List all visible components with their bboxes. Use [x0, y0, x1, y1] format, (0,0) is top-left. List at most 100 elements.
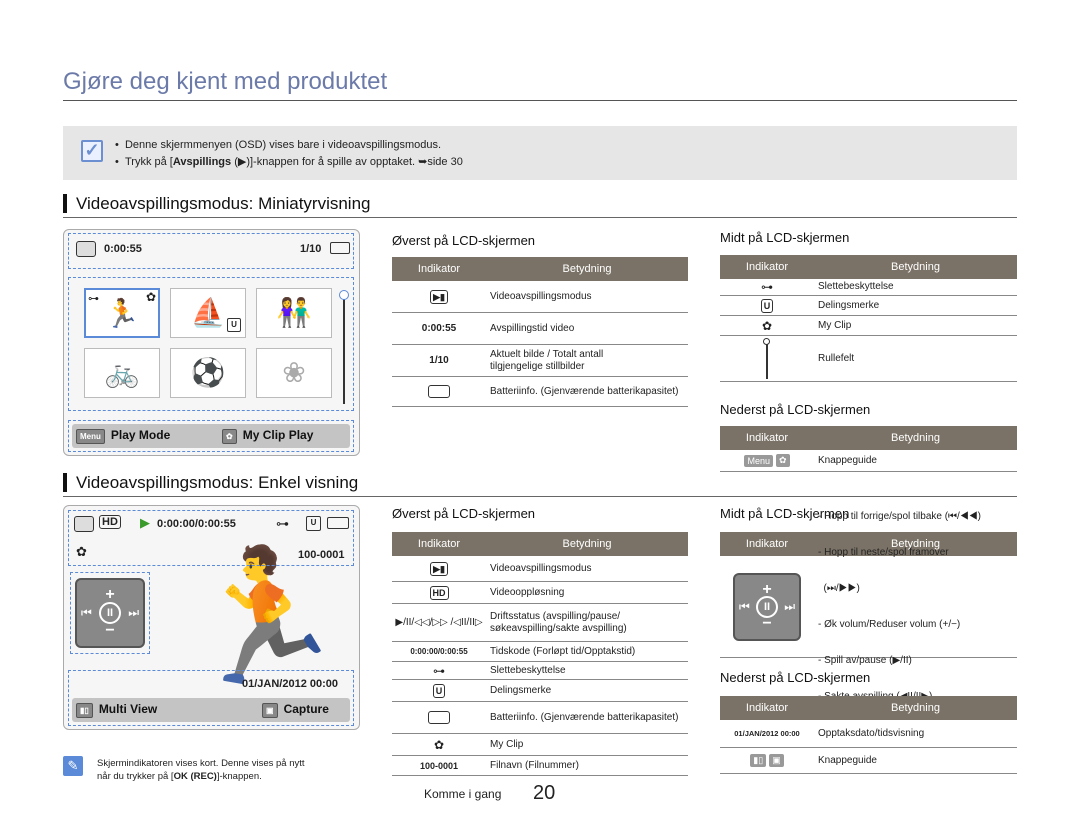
single-view-screen: 🏃 HD ▶ 0:00:00/0:00:55 ⊶ U ✿ 100-0001 + … [63, 505, 360, 730]
share-icon: U [227, 318, 241, 332]
note-line-1: • Denne skjermmenyen (OSD) vises bare i … [115, 139, 442, 151]
row-desc: Tidskode (Forløpt tid/Opptakstid) [490, 645, 636, 657]
thumbnail-screen: 0:00:55 1/10 🏃 ⊶ ✿ ⛵ U 👫 🚲 ⚽ ❀ Menu Play … [63, 229, 360, 456]
table-header: Indikator Betydning [720, 696, 1017, 720]
thumbnail-4[interactable]: 🚲 [84, 348, 160, 398]
note-text-2a: Trykk på [ [124, 156, 173, 168]
playback-control-pad: + ⏮ II ⏭ − [733, 572, 801, 641]
screen-bottom-bar: ▮▯ Multi View ▣ Capture [72, 698, 350, 722]
zoom-button-icon: ▮▯ [750, 754, 767, 767]
col-indicator: Indikator [745, 261, 789, 273]
s1-mid-title: Midt på LCD-skjermen [720, 230, 850, 245]
menu-button-icon: Menu [76, 429, 105, 444]
battery-icon [327, 517, 349, 529]
col-meaning: Betydning [562, 263, 612, 275]
screen-timecode: 0:00:00/0:00:55 [157, 518, 236, 530]
video-mode-icon: ▶▮ [430, 289, 448, 304]
volume-down-icon[interactable]: − [105, 622, 114, 640]
thumbnail-3[interactable]: 👫 [256, 288, 332, 338]
table-row: U Delingsmerke [392, 680, 688, 702]
play-mode-label: Play Mode [110, 428, 171, 442]
control-line: (⏭/▶▶) [818, 582, 860, 594]
skip-forward-icon[interactable]: ⏭ [128, 606, 139, 621]
my-clip-button-icon: ✿ [222, 429, 237, 444]
scrollbar-track[interactable] [343, 294, 345, 404]
row-desc: Filnavn (Filnummer) [490, 759, 579, 771]
col-indicator: Indikator [745, 702, 789, 714]
tip-line-2b: OK (REC) [173, 771, 217, 782]
capture-button[interactable]: ▣ Capture [262, 702, 329, 718]
menu-button-icon: Menu [744, 454, 773, 467]
my-clip-icon: ✿ [433, 737, 445, 752]
tip-line-2a: når du trykker på [ [97, 771, 174, 782]
title-divider [63, 100, 1017, 101]
my-clip-play-button[interactable]: ✿ My Clip Play [222, 428, 313, 444]
play-mode-button[interactable]: Menu Play Mode [76, 428, 170, 444]
row-desc: Delingsmerke [818, 299, 880, 311]
screen-bottom-bar: Menu Play Mode ✿ My Clip Play [72, 424, 350, 448]
tip-line-1: Skjermindikatoren vises kort. Denne vise… [97, 758, 305, 769]
row-desc: Opptaksdato/tidsvisning [818, 727, 925, 739]
col-indicator: Indikator [417, 263, 461, 275]
my-clip-play-label: My Clip Play [242, 428, 314, 442]
table-row: 1/10 Aktuelt bilde / Totalt antall tilgje… [392, 345, 688, 377]
row-desc: My Clip [818, 319, 852, 331]
table-row: ✿ My Clip [720, 316, 1017, 336]
s2-top-table: Indikator Betydning ▶▮ Videoavspillingsmod… [392, 532, 688, 776]
s1-top-title: Øverst på LCD-skjermen [392, 233, 536, 248]
table-row: 100-0001 Filnavn (Filnummer) [392, 756, 688, 776]
zoom-button-icon: ▮▯ [76, 703, 93, 718]
table-row: Batteriinfo. (Gjenværende batterikapasit… [392, 377, 688, 407]
control-descriptions: - Hopp til forrige/spol tilbake (⏮/◀◀) -… [814, 487, 981, 727]
skip-back-icon[interactable]: ⏮ [81, 606, 92, 621]
operation-status-icons: ▶/II/◁◁/▷▷ /◁II/II▷ [395, 617, 483, 628]
row-desc: Videooppløsning [490, 586, 565, 598]
screen-date: 01/JAN/2012 00:00 [242, 678, 339, 690]
row-desc: Videoavspillingsmodus [490, 562, 592, 574]
table-row: ✿ My Clip [392, 734, 688, 756]
table-row: ▶/II/◁◁/▷▷ /◁II/II▷ Driftsstatus (avspill… [392, 604, 688, 642]
my-clip-icon: ✿ [146, 290, 157, 304]
table-row: 01/JAN/2012 00:00 Opptaksdato/tidsvisning [720, 720, 1017, 748]
scrollbar-thumb[interactable] [339, 290, 349, 300]
thumbnail-6[interactable]: ❀ [256, 348, 332, 398]
play-status-icon: ▶ [140, 515, 150, 530]
row-desc: Slettebeskyttelse [818, 281, 894, 292]
table-row: Batteriinfo. (Gjenværende batterikapasit… [392, 702, 688, 734]
screen-counter: 1/10 [300, 243, 322, 255]
col-meaning: Betydning [891, 702, 940, 714]
capture-button-icon: ▣ [262, 703, 278, 718]
col-meaning: Betydning [891, 432, 940, 444]
row-desc: Driftsstatus (avspilling/pause/ søkeavsp… [490, 610, 627, 634]
my-clip-icon: ✿ [761, 318, 773, 333]
col-indicator: Indikator [745, 538, 789, 550]
table-row: ▶▮ Videoavspillingsmodus [392, 281, 688, 313]
col-meaning: Betydning [891, 261, 940, 273]
table-row: ▮▯ ▣ Knappeguide [720, 748, 1017, 774]
skip-forward-icon: ⏭ [784, 599, 795, 613]
video-mode-icon [76, 241, 96, 257]
row-desc: Slettebeskyttelse [490, 664, 566, 676]
note-text-2c: (▶)]-knappen for å spille av opptaket. ➥… [231, 156, 463, 168]
video-mode-icon: ▶▮ [430, 561, 448, 576]
table-row: ⊶ Slettebeskyttelse [720, 279, 1017, 296]
lock-icon: ⊶ [761, 280, 773, 294]
thumbnail-5[interactable]: ⚽ [170, 348, 246, 398]
tip-text: Skjermindikatoren vises kort. Denne vise… [97, 757, 357, 783]
pause-icon[interactable]: II [99, 602, 121, 624]
multi-view-button[interactable]: ▮▯ Multi View [76, 702, 157, 718]
section-divider [63, 217, 1017, 218]
playback-control-pad[interactable]: + ⏮ II ⏭ − [75, 578, 145, 648]
s2-top-title: Øverst på LCD-skjermen [392, 506, 536, 521]
table-row: + ⏮ II ⏭ − - Hopp til forrige/spol tilba… [720, 511, 1017, 702]
share-icon: U [306, 516, 321, 531]
control-line: - Hopp til forrige/spol tilbake (⏮/◀◀) [818, 510, 982, 522]
table-row: Menu ✿ Knappeguide [720, 450, 1017, 472]
row-desc: Aktuelt bilde / Totalt antall tilgjengel… [490, 348, 604, 372]
row-desc: Knappeguide [818, 454, 877, 466]
battery-icon [428, 711, 450, 724]
row-desc: Delingsmerke [490, 684, 552, 696]
my-clip-icon: ✿ [76, 544, 87, 559]
hd-icon: HD [99, 515, 121, 529]
lock-icon: ⊶ [276, 516, 289, 531]
